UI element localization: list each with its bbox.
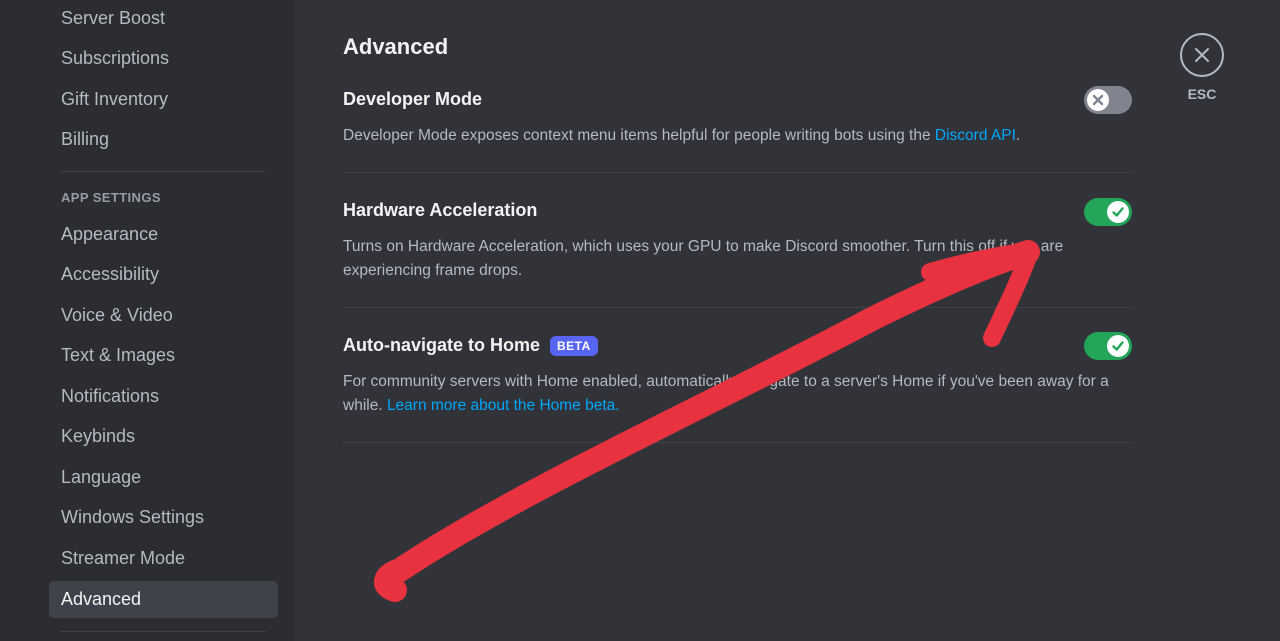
home-beta-link[interactable]: Learn more about the Home beta. <box>387 397 620 414</box>
sidebar-item-subscriptions[interactable]: Subscriptions <box>49 40 278 77</box>
sidebar-item-label: Windows Settings <box>61 507 205 527</box>
sidebar-divider <box>60 631 266 632</box>
sidebar-item-label: Appearance <box>61 224 159 244</box>
setting-title-hardware-acceleration: Hardware Acceleration <box>343 200 537 221</box>
settings-content: Advanced Developer Mode Developer Mode e… <box>295 0 1280 641</box>
sidebar-item-windows-settings[interactable]: Windows Settings <box>49 499 278 536</box>
sidebar-item-streamer-mode[interactable]: Streamer Mode <box>49 540 278 577</box>
check-icon <box>1112 341 1124 351</box>
settings-sidebar: Server Boost Subscriptions Gift Inventor… <box>0 0 295 641</box>
setting-description: Turns on Hardware Acceleration, which us… <box>343 238 1064 279</box>
description-text: Developer Mode exposes context menu item… <box>343 127 935 144</box>
toggle-knob <box>1087 89 1109 111</box>
setting-title-text: Developer Mode <box>343 89 483 109</box>
sidebar-divider <box>60 171 266 172</box>
close-button[interactable] <box>1180 33 1224 77</box>
setting-divider <box>343 307 1132 308</box>
sidebar-item-label: Keybinds <box>61 426 136 446</box>
toggle-knob <box>1107 201 1129 223</box>
sidebar-item-text-images[interactable]: Text & Images <box>49 337 278 374</box>
sidebar-item-label: Gift Inventory <box>61 89 169 109</box>
discord-api-link[interactable]: Discord API <box>935 127 1016 144</box>
developer-mode-toggle[interactable] <box>1084 86 1132 114</box>
sidebar-item-server-boost[interactable]: Server Boost <box>49 0 278 37</box>
setting-title-text: Auto-navigate to Home <box>343 335 541 355</box>
sidebar-item-accessibility[interactable]: Accessibility <box>49 256 278 293</box>
setting-divider <box>343 442 1132 443</box>
sidebar-item-keybinds[interactable]: Keybinds <box>49 418 278 455</box>
sidebar-item-label: Subscriptions <box>61 48 170 68</box>
sidebar-item-label: Billing <box>61 129 110 149</box>
beta-badge: BETA <box>550 335 598 356</box>
setting-description: For community servers with Home enabled,… <box>343 370 1133 418</box>
close-icon <box>1195 48 1209 62</box>
setting-divider <box>343 172 1132 173</box>
sidebar-item-label: Streamer Mode <box>61 548 186 568</box>
sidebar-item-label: Notifications <box>61 386 160 406</box>
sidebar-item-label: Advanced <box>61 589 142 609</box>
sidebar-item-voice-video[interactable]: Voice & Video <box>49 297 278 334</box>
auto-navigate-toggle[interactable] <box>1084 332 1132 360</box>
description-suffix: . <box>1015 127 1021 144</box>
sidebar-item-label: Language <box>61 467 142 487</box>
sidebar-item-label: Text & Images <box>61 345 176 365</box>
x-icon <box>1092 94 1104 106</box>
sidebar-item-gift-inventory[interactable]: Gift Inventory <box>49 81 278 118</box>
setting-title-developer-mode: Developer Mode <box>343 89 482 110</box>
sidebar-item-appearance[interactable]: Appearance <box>49 216 278 253</box>
setting-title-auto-navigate: Auto-navigate to Home BETA <box>343 335 598 356</box>
setting-title-text: Hardware Acceleration <box>343 200 538 220</box>
sidebar-item-label: Accessibility <box>61 264 160 284</box>
toggle-knob <box>1107 335 1129 357</box>
hardware-acceleration-toggle[interactable] <box>1084 198 1132 226</box>
sidebar-item-label: Server Boost <box>61 8 166 28</box>
sidebar-item-notifications[interactable]: Notifications <box>49 378 278 415</box>
sidebar-section-header: APP SETTINGS <box>61 190 161 205</box>
esc-label: ESC <box>1187 86 1217 102</box>
page-title: Advanced <box>343 34 449 59</box>
setting-description: Developer Mode exposes context menu item… <box>343 124 1133 148</box>
check-icon <box>1112 207 1124 217</box>
sidebar-item-billing[interactable]: Billing <box>49 121 278 158</box>
sidebar-item-label: Voice & Video <box>61 305 173 325</box>
sidebar-item-advanced[interactable]: Advanced <box>49 581 278 618</box>
sidebar-item-language[interactable]: Language <box>49 459 278 496</box>
